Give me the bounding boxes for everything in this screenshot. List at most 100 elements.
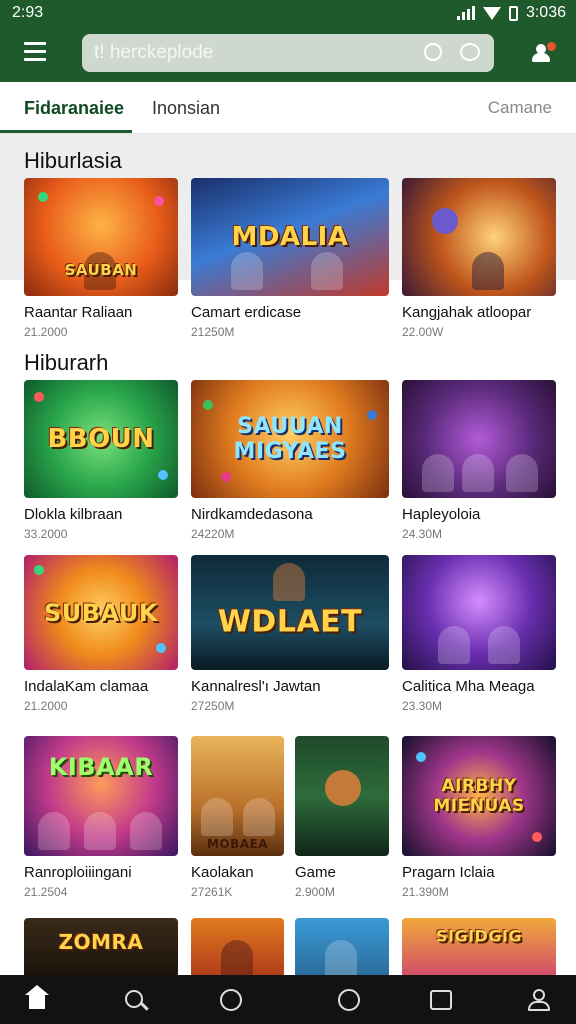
game-meta: 24220M [191, 527, 235, 541]
game-name: Raantar Raliaan [24, 304, 133, 321]
app-header: 2:93 3:036 t! herckeplode [0, 0, 576, 82]
game-thumbnail [191, 918, 284, 978]
game-card[interactable] [295, 918, 389, 978]
game-card[interactable]: KIBAAR Ranroploiiingani 21.2504 [24, 736, 178, 899]
game-logo: AIRBHY MIENUAS [433, 776, 525, 816]
game-card[interactable]: Kangjahak atloopar 22.00W [402, 178, 556, 339]
tab-featured[interactable]: Fidaranaiee [24, 98, 124, 119]
profile-notification-icon[interactable] [532, 42, 556, 62]
game-name: Kaolakan [191, 864, 254, 881]
game-card[interactable]: MOBAEA Kaolakan 27261K [191, 736, 284, 899]
game-thumbnail: AIRBHY MIENUAS [402, 736, 556, 856]
game-meta: 21250M [191, 325, 235, 339]
game-card[interactable]: MDALIA Camart erdicase 21250M [191, 178, 389, 339]
game-card[interactable]: SAUUAN MIGYAES Nirdkamdedasona 24220M [191, 380, 389, 541]
game-card[interactable]: AIRBHY MIENUAS Pragarn Iclaia 21.390M [402, 736, 556, 899]
home-icon[interactable] [24, 985, 50, 1013]
menu-icon[interactable] [24, 42, 46, 62]
game-thumbnail: SAUUAN MIGYAES [191, 380, 389, 498]
game-meta: 21.2504 [24, 885, 68, 899]
search-icon[interactable] [122, 987, 149, 1013]
signal-icon [456, 6, 475, 20]
game-meta: 24.30M [402, 527, 443, 541]
game-logo: SIGIDGIG [435, 926, 523, 946]
search-bar[interactable]: t! herckeplode [82, 34, 494, 72]
game-card[interactable]: SUBAUK IndalaKam clamaa 21.2000 [24, 555, 178, 713]
game-logo: BBOUN [47, 424, 155, 454]
game-card[interactable]: WDLAET Kannalresl'ı Jawtan 27250M [191, 555, 389, 713]
tab-games[interactable]: Camane [488, 98, 552, 118]
game-name: Nirdkamdedasona [191, 506, 313, 523]
game-thumbnail [295, 918, 389, 978]
category-tabs: Fidaranaiee Inonsian Camane [0, 82, 576, 134]
game-thumbnail: ZOMRA [24, 918, 178, 978]
wifi-icon [482, 6, 501, 20]
game-meta: 27261K [191, 885, 233, 899]
game-meta: 21.2000 [24, 699, 68, 713]
battery-icon [508, 5, 518, 21]
game-meta: 33.2000 [24, 527, 68, 541]
game-meta: 22.00W [402, 325, 444, 339]
game-name: Hapleyoloia [402, 506, 481, 523]
game-card[interactable]: BBOUN Dlokla kilbraan 33.2000 [24, 380, 178, 541]
game-logo: SUBAUK [44, 598, 158, 627]
app-bar: t! herckeplode [0, 34, 576, 74]
section-title: Hiburlasia [24, 148, 122, 173]
game-thumbnail: MOBAEA [191, 736, 284, 856]
game-meta: 2.900M [295, 885, 336, 899]
game-card[interactable]: Hapleyoloia 24.30M [402, 380, 556, 541]
section-title: Hiburarh [24, 350, 109, 375]
game-thumbnail: BBOUN [24, 380, 178, 498]
game-meta: 23.30M [402, 699, 443, 713]
game-thumbnail: WDLAET [191, 555, 389, 670]
game-thumbnail: SUBAUK [24, 555, 178, 670]
game-thumbnail: SAUBAN [24, 178, 178, 296]
game-logo: MDALIA [231, 222, 349, 252]
game-name: Camart erdicase [191, 304, 302, 321]
search-input[interactable]: t! herckeplode [94, 42, 213, 64]
bottom-navigation [0, 975, 576, 1024]
game-thumbnail: KIBAAR [24, 736, 178, 856]
game-name: Dlokla kilbraan [24, 506, 123, 523]
game-name: Kangjahak atloopar [402, 304, 532, 321]
game-logo: MOBAEA [206, 837, 269, 851]
game-name: Pragarn Iclaia [402, 864, 495, 881]
game-card[interactable] [191, 918, 284, 978]
game-logo: WDLAET [217, 604, 363, 640]
status-bar: 2:93 3:036 [0, 0, 576, 28]
game-thumbnail [402, 555, 556, 670]
refresh-icon[interactable] [424, 43, 442, 61]
game-card[interactable]: Calitica Mha Meaga 23.30M [402, 555, 556, 713]
game-thumbnail: MDALIA [191, 178, 389, 296]
chart-icon[interactable] [428, 987, 454, 1013]
game-name: Ranroploiiingani [24, 864, 132, 881]
status-icons: 3:036 [456, 4, 566, 22]
game-thumbnail [402, 380, 556, 498]
game-thumbnail [402, 178, 556, 296]
chat-icon[interactable] [460, 43, 480, 61]
status-clock-right: 3:036 [525, 4, 566, 21]
game-logo: ZOMRA [58, 930, 144, 954]
game-thumbnail [295, 736, 389, 856]
game-card[interactable]: SAUBAN Raantar Raliaan 21.2000 [24, 178, 178, 339]
profile-icon[interactable] [526, 987, 552, 1013]
game-name: Calitica Mha Meaga [402, 678, 535, 695]
explore-icon[interactable] [218, 987, 244, 1013]
game-meta: 27250M [191, 699, 235, 713]
game-name: IndalaKam clamaa [24, 678, 149, 695]
game-logo: SAUUAN MIGYAES [233, 414, 347, 464]
game-name: Game [295, 864, 336, 881]
game-name: Kannalresl'ı Jawtan [191, 678, 321, 695]
notification-dot [547, 42, 556, 51]
tab-indonesian[interactable]: Inonsian [152, 98, 220, 119]
game-meta: 21.2000 [24, 325, 68, 339]
game-thumbnail: SIGIDGIG [402, 918, 556, 978]
game-card[interactable]: ZOMRA [24, 918, 178, 978]
game-logo: SAUBAN [64, 261, 138, 280]
game-card[interactable]: SIGIDGIG [402, 918, 556, 978]
game-card[interactable]: Game 2.900M [295, 736, 389, 899]
game-meta: 21.390M [402, 885, 449, 899]
games-icon[interactable] [336, 987, 362, 1013]
active-tab-indicator [0, 130, 132, 133]
status-time: 2:93 [12, 4, 44, 21]
